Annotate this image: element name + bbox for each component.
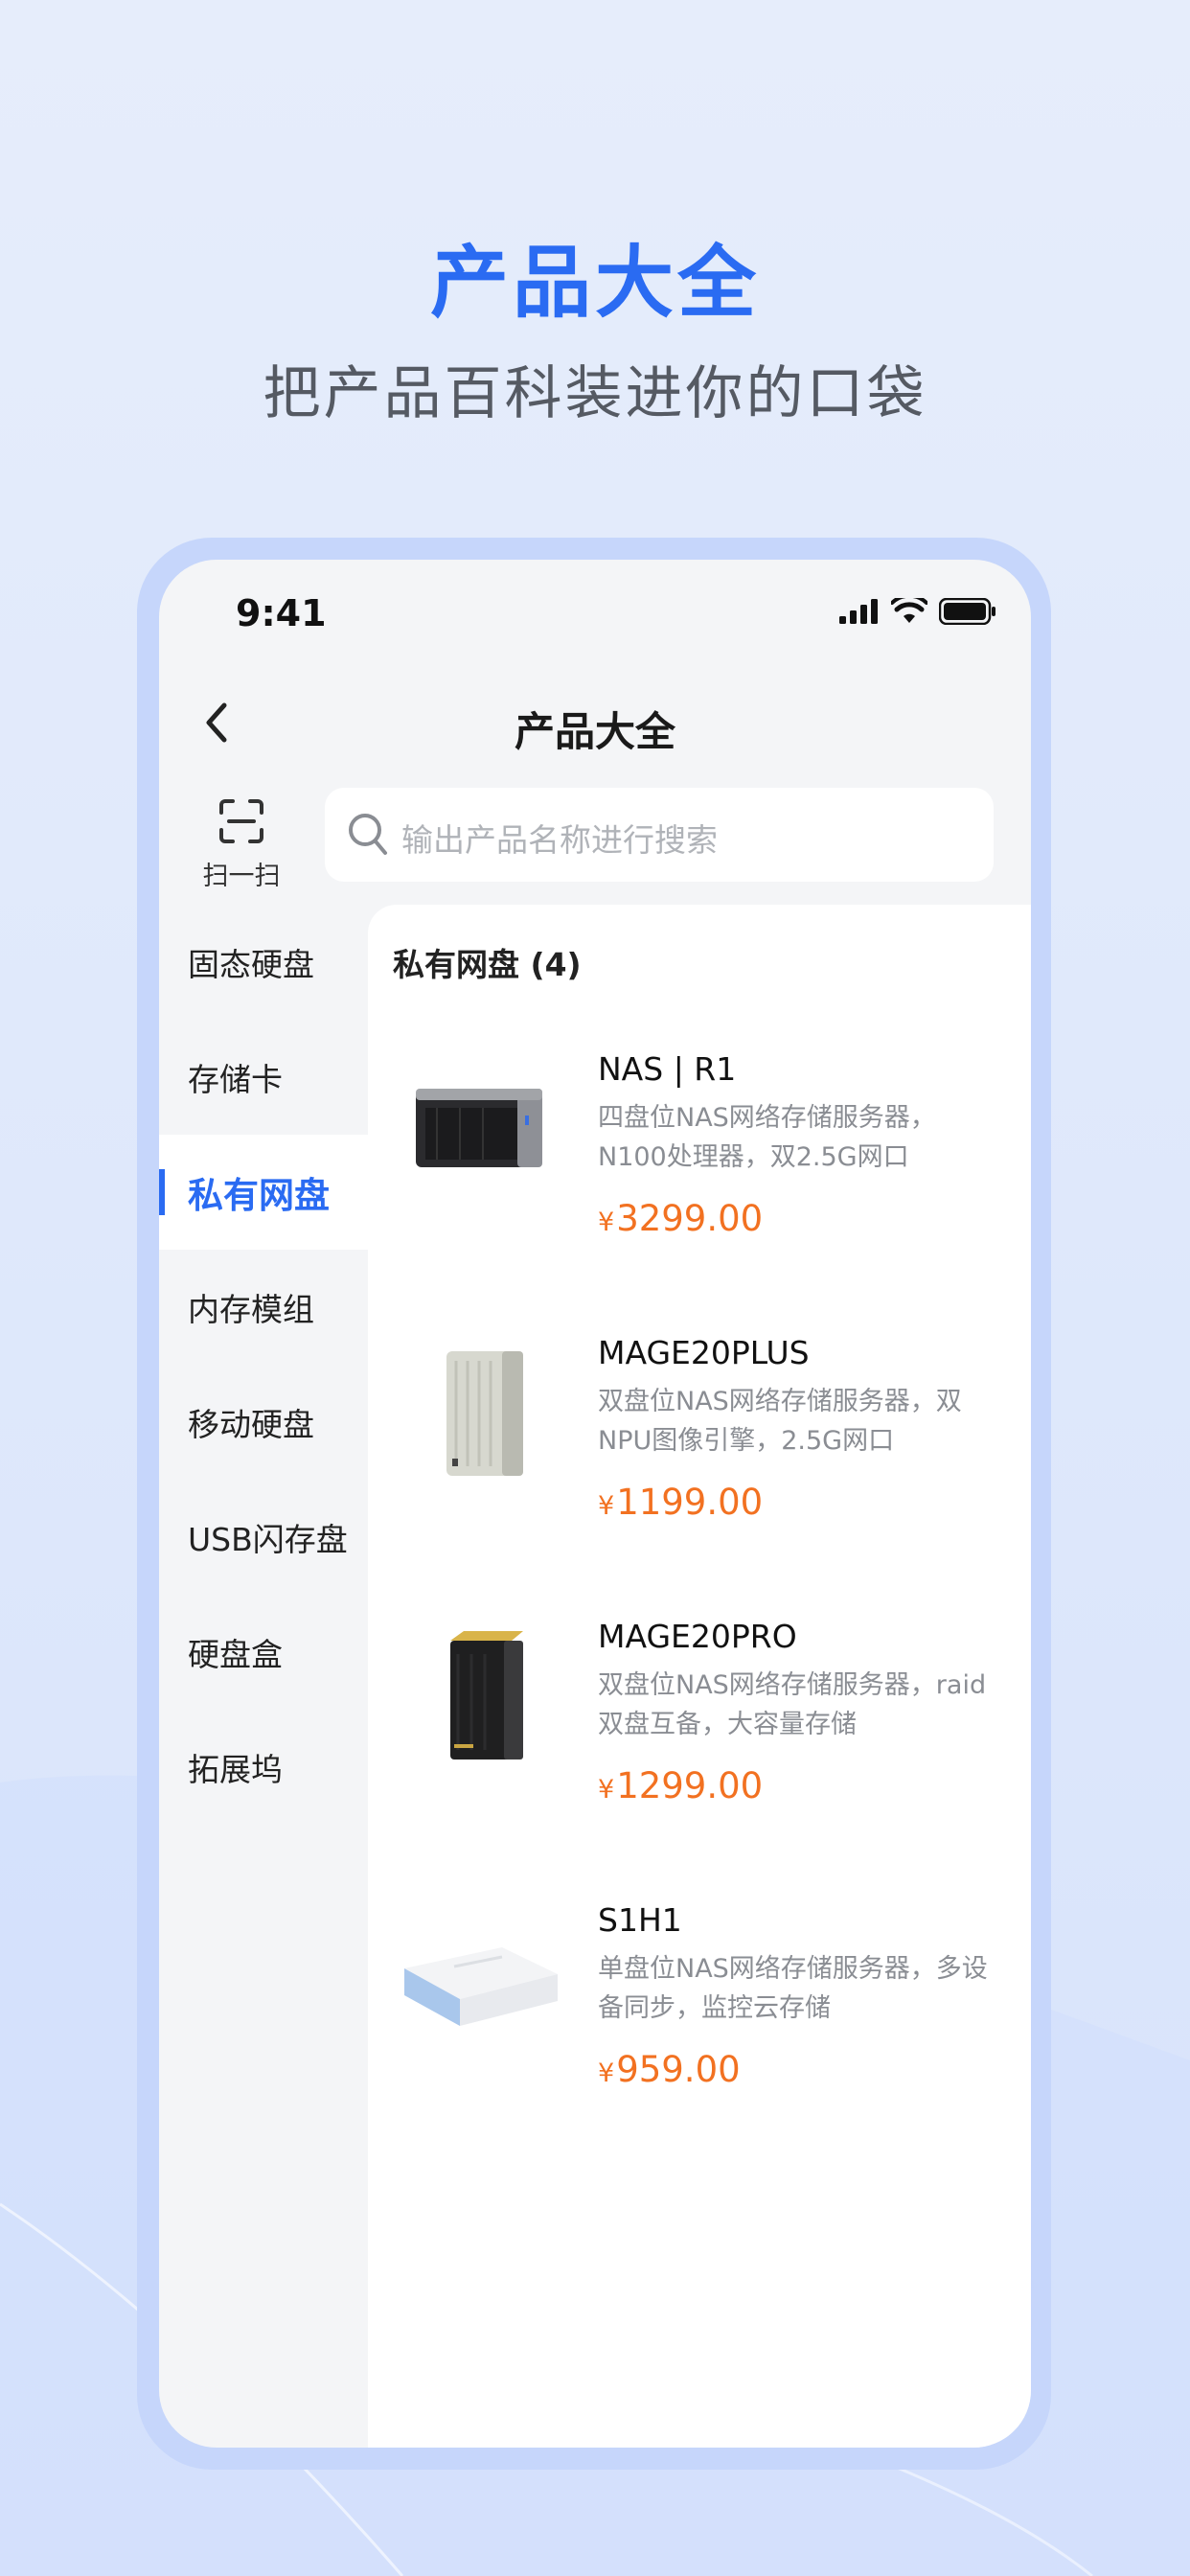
- active-indicator: [159, 1169, 165, 1215]
- promo-subtitle: 把产品百科装进你的口袋: [263, 360, 927, 427]
- product-name: MAGE20PRO: [598, 1618, 797, 1655]
- product-item[interactable]: MAGE20PRO 双盘位NAS网络存储服务器，raid双盘互备，大容量存储 ¥…: [368, 1606, 1031, 1855]
- product-price: ¥1199.00: [598, 1482, 763, 1523]
- status-bar: 9:41: [159, 560, 1031, 665]
- product-desc: 双盘位NAS网络存储服务器，raid双盘互备，大容量存储: [598, 1670, 987, 1739]
- status-time: 9:41: [236, 592, 327, 634]
- category-dock[interactable]: 拓展坞: [159, 1710, 368, 1825]
- category-label: 固态硬盘: [188, 946, 314, 983]
- product-price: ¥959.00: [598, 2049, 741, 2090]
- product-image-mage20pro: [450, 1631, 523, 1760]
- product-price: ¥3299.00: [598, 1198, 763, 1239]
- category-ssd[interactable]: 固态硬盘: [159, 905, 368, 1020]
- category-label: 私有网盘: [188, 1175, 330, 1216]
- battery-icon: [939, 598, 995, 625]
- currency-symbol: ¥: [598, 1208, 615, 1237]
- wifi-icon: [891, 598, 927, 623]
- product-name: NAS | R1: [598, 1050, 737, 1088]
- product-image-nas-r1: [416, 1089, 542, 1167]
- product-image-mage20plus: [446, 1351, 523, 1476]
- category-label: 移动硬盘: [188, 1406, 314, 1443]
- nav-bar: 产品大全: [159, 665, 1031, 780]
- category-portable-hdd[interactable]: 移动硬盘: [159, 1365, 368, 1480]
- category-memory-card[interactable]: 存储卡: [159, 1020, 368, 1135]
- signal-icon: [839, 599, 878, 624]
- category-label: USB闪存盘: [188, 1521, 348, 1558]
- product-panel: 私有网盘 (4) NAS | R1 四盘位NAS网络存储服务器，N100处理器，…: [368, 905, 1031, 2448]
- product-item[interactable]: S1H1 单盘位NAS网络存储服务器，多设备同步，监控云存储 ¥959.00: [368, 1890, 1031, 2139]
- product-desc: 单盘位NAS网络存储服务器，多设备同步，监控云存储: [598, 1954, 988, 2023]
- category-usb-flash[interactable]: USB闪存盘: [159, 1480, 368, 1595]
- category-hdd-enclosure[interactable]: 硬盘盒: [159, 1595, 368, 1710]
- category-memory-module[interactable]: 内存模组: [159, 1250, 368, 1365]
- scan-icon: [219, 799, 263, 843]
- product-name: S1H1: [598, 1901, 682, 1939]
- product-price: ¥1299.00: [598, 1765, 763, 1806]
- currency-symbol: ¥: [598, 2058, 615, 2088]
- category-label: 拓展坞: [188, 1751, 283, 1788]
- product-desc: 双盘位NAS网络存储服务器，双NPU图像引擎，2.5G网口: [598, 1387, 962, 1456]
- category-sidebar: 固态硬盘 存储卡 私有网盘 内存模组 移动硬盘 USB闪存盘 硬盘盒 拓展坞: [159, 905, 368, 2448]
- scan-button[interactable]: 扫一扫: [184, 790, 299, 895]
- scan-label: 扫一扫: [202, 862, 281, 891]
- status-icons: [839, 598, 996, 625]
- product-name: MAGE20PLUS: [598, 1334, 810, 1371]
- category-label: 内存模组: [188, 1291, 314, 1328]
- panel-heading: 私有网盘 (4): [393, 946, 582, 983]
- search-placeholder: 输出产品名称进行搜索: [401, 821, 718, 859]
- product-item[interactable]: NAS | R1 四盘位NAS网络存储服务器，N100处理器，双2.5G网口 ¥…: [368, 1039, 1031, 1288]
- nav-title: 产品大全: [514, 708, 675, 755]
- category-label: 硬盘盒: [188, 1636, 283, 1673]
- product-item[interactable]: MAGE20PLUS 双盘位NAS网络存储服务器，双NPU图像引擎，2.5G网口…: [368, 1322, 1031, 1572]
- category-private-cloud[interactable]: 私有网盘: [159, 1135, 368, 1250]
- product-desc: 四盘位NAS网络存储服务器，N100处理器，双2.5G网口: [598, 1103, 936, 1172]
- currency-symbol: ¥: [598, 1775, 615, 1805]
- promo-title: 产品大全: [429, 238, 760, 329]
- price-value: 959.00: [616, 2049, 741, 2090]
- currency-symbol: ¥: [598, 1491, 615, 1521]
- product-image-s1h1: [404, 1947, 558, 2026]
- category-label: 存储卡: [188, 1061, 283, 1098]
- search-icon: [349, 814, 387, 855]
- price-value: 1199.00: [616, 1482, 764, 1523]
- price-value: 1299.00: [616, 1765, 764, 1806]
- search-input[interactable]: 输出产品名称进行搜索: [325, 788, 994, 882]
- price-value: 3299.00: [616, 1198, 764, 1239]
- phone-screen: 9:41 产品大全 扫一扫 输出产品名称进行搜索 固态硬盘 存储卡 私有网盘 内…: [159, 560, 1031, 2448]
